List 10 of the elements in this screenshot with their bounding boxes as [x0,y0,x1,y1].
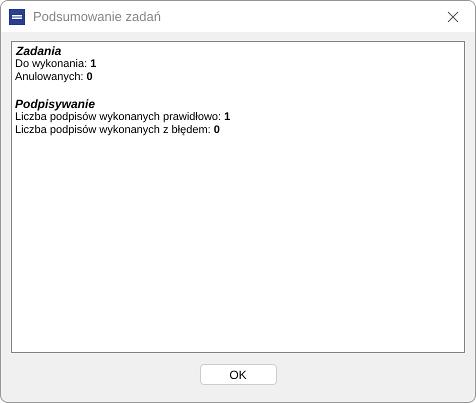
section-heading: Zadania [15,44,62,58]
section-heading: Podpisywanie [15,97,96,111]
window-title: Podsumowanie zadań [33,8,161,26]
summary-line: Do wykonania: 1 [15,58,98,71]
close-icon [447,10,459,22]
summary-line: Liczba podpisów wykonanych z błędem: 0 [15,124,221,137]
summary-line: Anulowanych: 0 [15,71,94,84]
app-logo-icon [9,8,25,24]
summary-line: Liczba podpisów wykonanych prawidłowo: 1 [15,111,232,124]
ok-button[interactable]: OK [200,364,276,385]
